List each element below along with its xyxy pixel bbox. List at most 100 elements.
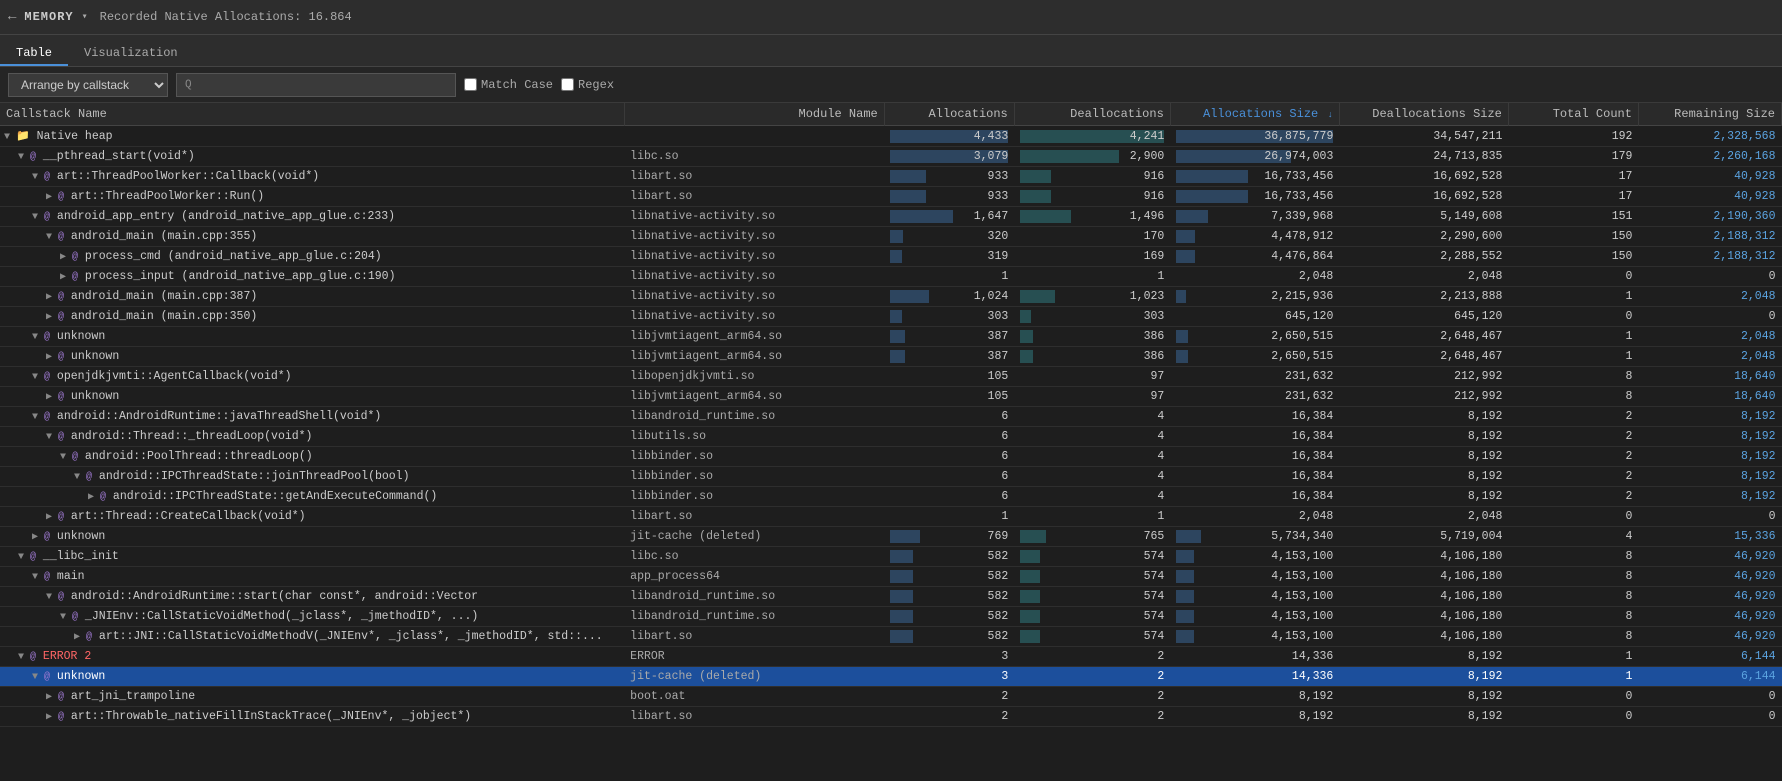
- tree-toggle[interactable]: ▶: [46, 711, 58, 723]
- table-row[interactable]: ▶@ art::ThreadPoolWorker::Run()libart.so…: [0, 187, 1782, 207]
- tree-toggle[interactable]: ▶: [46, 691, 58, 703]
- cell-total: 1: [1508, 667, 1638, 687]
- col-header-alloc[interactable]: Allocations: [884, 103, 1014, 126]
- col-header-dealloc[interactable]: Deallocations: [1014, 103, 1170, 126]
- table-row[interactable]: ▶@ android::IPCThreadState::getAndExecut…: [0, 487, 1782, 507]
- table-row[interactable]: ▼@ android::PoolThread::threadLoop()libb…: [0, 447, 1782, 467]
- table-row[interactable]: ▼@ __libc_initlibc.so5825744,153,1004,10…: [0, 547, 1782, 567]
- cell-alloc: 2: [884, 687, 1014, 707]
- table-row[interactable]: ▼@ android_main (main.cpp:355)libnative-…: [0, 227, 1782, 247]
- table-row[interactable]: ▶@ art_jni_trampolineboot.oat228,1928,19…: [0, 687, 1782, 707]
- cell-module: [624, 126, 884, 147]
- col-header-remaining[interactable]: Remaining Size: [1638, 103, 1781, 126]
- table-row[interactable]: ▶@ art::Throwable_nativeFillInStackTrace…: [0, 707, 1782, 727]
- table-row[interactable]: ▶@ art::JNI::CallStaticVoidMethodV(_JNIE…: [0, 627, 1782, 647]
- tree-toggle[interactable]: ▼: [32, 372, 44, 383]
- tree-toggle[interactable]: ▼: [18, 152, 30, 163]
- cell-alloc-size: 2,215,936: [1170, 287, 1339, 307]
- table-row[interactable]: ▼@ android_app_entry (android_native_app…: [0, 207, 1782, 227]
- table-row[interactable]: ▼@ art::ThreadPoolWorker::Callback(void*…: [0, 167, 1782, 187]
- cell-dealloc-size: 212,992: [1339, 367, 1508, 387]
- tab-table[interactable]: Table: [0, 42, 68, 66]
- tree-toggle[interactable]: ▶: [46, 311, 58, 323]
- cell-dealloc: 2: [1014, 667, 1170, 687]
- table-row[interactable]: ▼@ android::AndroidRuntime::start(char c…: [0, 587, 1782, 607]
- tree-toggle[interactable]: ▼: [32, 332, 44, 343]
- tree-toggle[interactable]: ▼: [60, 612, 72, 623]
- tree-toggle[interactable]: ▼: [46, 432, 58, 443]
- table-row[interactable]: ▼@ ERROR 2ERROR3214,3368,19216,144: [0, 647, 1782, 667]
- cell-name: ▶@ art::Thread::CreateCallback(void*): [0, 507, 624, 527]
- cell-total: 179: [1508, 147, 1638, 167]
- cell-dealloc-size: 8,192: [1339, 427, 1508, 447]
- cell-total: 8: [1508, 367, 1638, 387]
- tree-toggle[interactable]: ▶: [46, 191, 58, 203]
- table-row[interactable]: ▶@ process_cmd (android_native_app_glue.…: [0, 247, 1782, 267]
- tab-visualization[interactable]: Visualization: [68, 42, 194, 66]
- cell-total: 2: [1508, 447, 1638, 467]
- tree-toggle[interactable]: ▼: [18, 652, 30, 663]
- table-row[interactable]: ▼@ android::IPCThreadState::joinThreadPo…: [0, 467, 1782, 487]
- col-header-alloc-size[interactable]: Allocations Size ↓: [1170, 103, 1339, 126]
- tree-toggle[interactable]: ▼: [74, 472, 86, 483]
- cell-total: 8: [1508, 627, 1638, 647]
- cell-dealloc: 4,241: [1014, 126, 1170, 147]
- table-row[interactable]: ▶@ unknownjit-cache (deleted)7697655,734…: [0, 527, 1782, 547]
- regex-checkbox[interactable]: [561, 78, 574, 91]
- tree-toggle[interactable]: ▼: [32, 672, 44, 683]
- tree-toggle[interactable]: ▼: [60, 452, 72, 463]
- tree-toggle[interactable]: ▼: [46, 232, 58, 243]
- cell-alloc: 769: [884, 527, 1014, 547]
- table-row[interactable]: ▶@ unknownlibjvmtiagent_arm64.so10597231…: [0, 387, 1782, 407]
- tree-toggle[interactable]: ▶: [32, 531, 44, 543]
- col-header-module[interactable]: Module Name: [624, 103, 884, 126]
- cell-dealloc: 574: [1014, 547, 1170, 567]
- col-header-total[interactable]: Total Count: [1508, 103, 1638, 126]
- table-row[interactable]: ▼📁 Native heap4,4334,24136,875,77934,547…: [0, 126, 1782, 147]
- tree-toggle[interactable]: ▼: [32, 212, 44, 223]
- table-row[interactable]: ▶@ android_main (main.cpp:387)libnative-…: [0, 287, 1782, 307]
- cell-remaining: 2,188,312: [1638, 247, 1781, 267]
- tree-toggle[interactable]: ▶: [46, 351, 58, 363]
- tree-toggle[interactable]: ▶: [74, 631, 86, 643]
- cell-dealloc-size: 212,992: [1339, 387, 1508, 407]
- table-row[interactable]: ▶@ art::Thread::CreateCallback(void*)lib…: [0, 507, 1782, 527]
- search-input[interactable]: [196, 78, 447, 92]
- table-row[interactable]: ▶@ process_input (android_native_app_glu…: [0, 267, 1782, 287]
- cell-total: 192: [1508, 126, 1638, 147]
- tree-toggle[interactable]: ▶: [46, 291, 58, 303]
- back-button[interactable]: ←: [8, 9, 16, 25]
- tree-toggle[interactable]: ▶: [46, 511, 58, 523]
- table-row[interactable]: ▼@ android::AndroidRuntime::javaThreadSh…: [0, 407, 1782, 427]
- table-row[interactable]: ▶@ android_main (main.cpp:350)libnative-…: [0, 307, 1782, 327]
- memory-dropdown[interactable]: ▾: [82, 11, 88, 23]
- cell-alloc-size: 2,048: [1170, 267, 1339, 287]
- table-row[interactable]: ▼@ unknownjit-cache (deleted)3214,3368,1…: [0, 667, 1782, 687]
- cell-remaining: 46,920: [1638, 627, 1781, 647]
- table-row[interactable]: ▼@ android::Thread::_threadLoop(void*)li…: [0, 427, 1782, 447]
- tree-toggle[interactable]: ▼: [18, 552, 30, 563]
- tree-toggle[interactable]: ▼: [46, 592, 58, 603]
- table-row[interactable]: ▼@ __pthread_start(void*)libc.so3,0792,9…: [0, 147, 1782, 167]
- cell-alloc-size: 4,478,912: [1170, 227, 1339, 247]
- table-row[interactable]: ▼@ openjdkjvmti::AgentCallback(void*)lib…: [0, 367, 1782, 387]
- cell-alloc: 6: [884, 487, 1014, 507]
- cell-dealloc-size: 34,547,211: [1339, 126, 1508, 147]
- tree-toggle[interactable]: ▼: [4, 132, 16, 143]
- col-header-dealloc-size[interactable]: Deallocations Size: [1339, 103, 1508, 126]
- table-row[interactable]: ▶@ unknownlibjvmtiagent_arm64.so3873862,…: [0, 347, 1782, 367]
- arrange-select[interactable]: Arrange by callstack: [8, 73, 168, 97]
- tree-toggle[interactable]: ▶: [60, 271, 72, 283]
- cell-alloc-size: 7,339,968: [1170, 207, 1339, 227]
- match-case-checkbox[interactable]: [464, 78, 477, 91]
- tree-toggle[interactable]: ▶: [88, 491, 100, 503]
- col-header-name[interactable]: Callstack Name: [0, 103, 624, 126]
- tree-toggle[interactable]: ▶: [46, 391, 58, 403]
- tree-toggle[interactable]: ▶: [60, 251, 72, 263]
- tree-toggle[interactable]: ▼: [32, 412, 44, 423]
- table-row[interactable]: ▼@ _JNIEnv::CallStaticVoidMethod(_jclass…: [0, 607, 1782, 627]
- tree-toggle[interactable]: ▼: [32, 172, 44, 183]
- table-row[interactable]: ▼@ mainapp_process645825744,153,1004,106…: [0, 567, 1782, 587]
- tree-toggle[interactable]: ▼: [32, 572, 44, 583]
- table-row[interactable]: ▼@ unknownlibjvmtiagent_arm64.so3873862,…: [0, 327, 1782, 347]
